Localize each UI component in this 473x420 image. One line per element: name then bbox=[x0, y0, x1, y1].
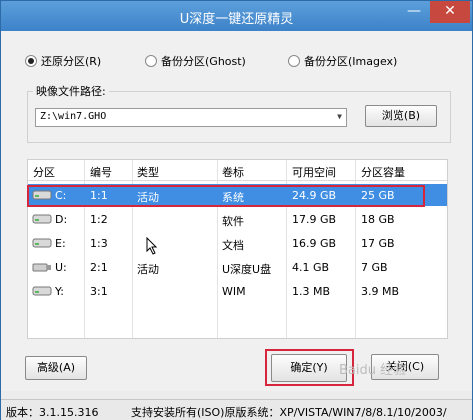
cell-drive: Y: bbox=[55, 285, 64, 298]
col-header-number[interactable]: 编号 bbox=[90, 164, 112, 180]
hard-disk-icon bbox=[32, 214, 52, 224]
cell-label: 文档 bbox=[222, 239, 244, 252]
cell-free-space: 16.9 GB bbox=[292, 237, 337, 250]
hard-disk-icon bbox=[32, 190, 52, 200]
cell-number: 1:2 bbox=[90, 213, 108, 226]
radio-unchecked-icon[interactable] bbox=[145, 55, 157, 67]
backup-ghost-radio[interactable]: 备份分区(Ghost) bbox=[145, 53, 246, 69]
cell-label: U深度U盘 bbox=[222, 263, 272, 276]
close-window-button[interactable]: ✕ bbox=[430, 1, 470, 23]
version-text: 版本：3.1.15.316 bbox=[6, 406, 99, 419]
cell-number: 1:3 bbox=[90, 237, 108, 250]
usb-disk-icon bbox=[32, 262, 52, 272]
table-row[interactable]: D: 1:2 软件 17.9 GB 18 GB bbox=[28, 208, 447, 230]
table-row[interactable]: E: 1:3 文档 16.9 GB 17 GB bbox=[28, 232, 447, 254]
ok-button[interactable]: 确定(Y) bbox=[271, 354, 347, 382]
cell-capacity: 7 GB bbox=[361, 261, 388, 274]
browse-button[interactable]: 浏览(B) bbox=[365, 105, 437, 127]
cell-capacity: 18 GB bbox=[361, 213, 395, 226]
image-path-value: Z:\win7.GHO bbox=[40, 111, 107, 122]
minimize-button[interactable]: — bbox=[398, 1, 430, 23]
advanced-button[interactable]: 高级(A) bbox=[25, 356, 87, 380]
image-path-label: 映像文件路径: bbox=[33, 83, 109, 99]
cell-label: 系统 bbox=[222, 191, 244, 204]
table-row[interactable]: C: 1:1 活动 系统 24.9 GB 25 GB bbox=[28, 184, 447, 206]
chevron-down-icon[interactable]: ▼ bbox=[337, 112, 342, 121]
cell-free-space: 24.9 GB bbox=[292, 189, 337, 202]
hard-disk-icon bbox=[32, 286, 52, 296]
app-window: U深度一键还原精灵 — ✕ 还原分区(R) 备份分区(Ghost) 备份分区(I… bbox=[0, 0, 473, 420]
restore-partition-radio[interactable]: 还原分区(R) bbox=[25, 53, 101, 69]
col-header-label[interactable]: 卷标 bbox=[222, 164, 244, 180]
cell-free-space: 17.9 GB bbox=[292, 213, 337, 226]
cell-number: 3:1 bbox=[90, 285, 108, 298]
hard-disk-icon bbox=[32, 238, 52, 248]
partition-table[interactable]: 分区 编号 类型 卷标 可用空间 分区容量 C: 1:1 活动 系统 24.9 GB 25… bbox=[27, 159, 448, 339]
cell-capacity: 3.9 MB bbox=[361, 285, 400, 298]
cell-type: 活动 bbox=[137, 191, 159, 204]
cell-drive: U: bbox=[55, 261, 67, 274]
supported-systems-text: 支持安装所有(ISO)原版系统：XP/VISTA/WIN7/8/8.1/10/2… bbox=[131, 406, 447, 419]
cell-number: 1:1 bbox=[90, 189, 108, 202]
cell-type: 活动 bbox=[137, 263, 159, 276]
radio-label: 备份分区(Imagex) bbox=[304, 55, 398, 68]
cell-free-space: 4.1 GB bbox=[292, 261, 330, 274]
col-header-capacity[interactable]: 分区容量 bbox=[361, 164, 405, 180]
table-header: 分区 编号 类型 卷标 可用空间 分区容量 bbox=[28, 160, 447, 181]
radio-label: 备份分区(Ghost) bbox=[161, 55, 246, 68]
table-row[interactable]: U: 2:1 活动 U深度U盘 4.1 GB 7 GB bbox=[28, 256, 447, 278]
cell-capacity: 25 GB bbox=[361, 189, 395, 202]
watermark: Baidu 经验 bbox=[339, 363, 407, 378]
col-header-free-space[interactable]: 可用空间 bbox=[292, 164, 336, 180]
cell-label: WIM bbox=[222, 285, 246, 298]
image-path-combobox[interactable]: Z:\win7.GHO ▼ bbox=[35, 108, 347, 127]
mouse-cursor-icon bbox=[146, 236, 158, 258]
cell-drive: C: bbox=[55, 189, 67, 202]
col-header-type[interactable]: 类型 bbox=[137, 164, 159, 180]
cell-number: 2:1 bbox=[90, 261, 108, 274]
cell-drive: D: bbox=[55, 213, 68, 226]
cell-capacity: 17 GB bbox=[361, 237, 395, 250]
table-row[interactable]: Y: 3:1 WIM 1.3 MB 3.9 MB bbox=[28, 280, 447, 302]
cell-label: 软件 bbox=[222, 215, 244, 228]
cell-free-space: 1.3 MB bbox=[292, 285, 331, 298]
radio-checked-icon[interactable] bbox=[25, 55, 37, 67]
status-bar: 版本：3.1.15.316 支持安装所有(ISO)原版系统：XP/VISTA/W… bbox=[1, 399, 472, 420]
cell-drive: E: bbox=[55, 237, 66, 250]
radio-unchecked-icon[interactable] bbox=[288, 55, 300, 67]
title-bar[interactable]: U深度一键还原精灵 — ✕ bbox=[1, 1, 472, 31]
backup-imagex-radio[interactable]: 备份分区(Imagex) bbox=[288, 53, 397, 69]
radio-label: 还原分区(R) bbox=[41, 55, 102, 68]
col-header-partition[interactable]: 分区 bbox=[33, 164, 55, 180]
